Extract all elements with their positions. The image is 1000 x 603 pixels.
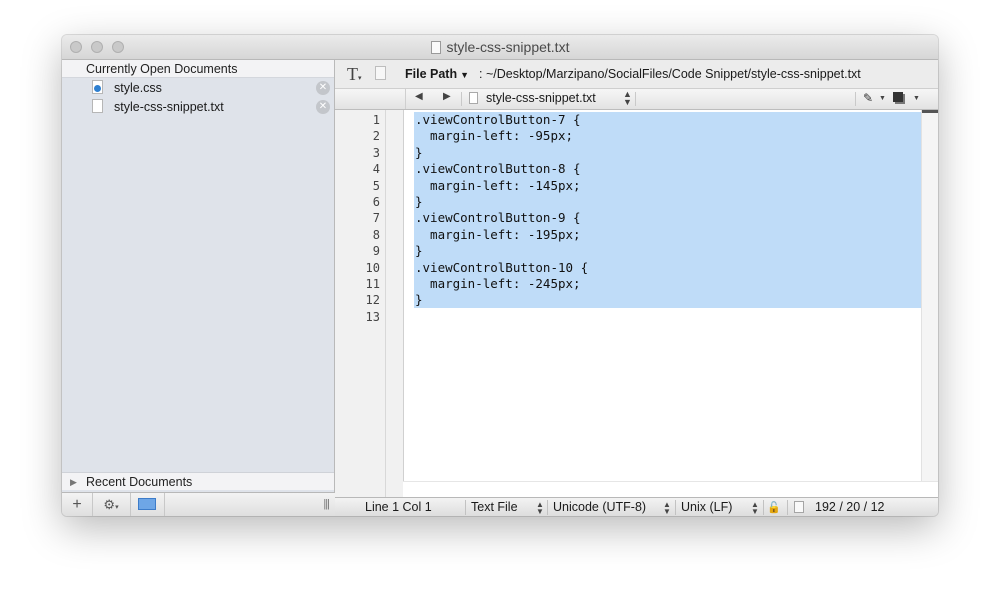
gear-menu-button[interactable]: ⚙▾ xyxy=(92,493,131,516)
code-line[interactable]: } xyxy=(415,145,920,161)
code-line[interactable]: margin-left: -95px; xyxy=(415,128,920,144)
file-path-menu[interactable]: File Path ▼ xyxy=(405,67,469,81)
line-number: 12 xyxy=(365,293,380,308)
nav-divider xyxy=(461,92,462,106)
recent-documents-header-label: Recent Documents xyxy=(86,475,193,489)
line-endings-popup[interactable]: Unix (LF) xyxy=(681,500,732,514)
code-line[interactable]: margin-left: -245px; xyxy=(415,276,920,292)
recent-documents-header[interactable]: ▶ Recent Documents xyxy=(62,472,334,490)
line-number: 1 xyxy=(372,113,380,127)
open-documents-header-label: Currently Open Documents xyxy=(86,62,238,76)
sidebar-view-icon xyxy=(138,498,156,510)
line-number-gutter: 1 2 3 4 5 6 7 8 9 10 11 12 13 xyxy=(335,110,386,497)
code-line[interactable]: } xyxy=(415,292,920,308)
path-bar: T▾ File Path ▼ : ~/Desktop/Marzipano/Soci… xyxy=(335,60,938,89)
popup-arrows-icon[interactable]: ▲ ▼ xyxy=(663,501,671,516)
documents-sidebar: Currently Open Documents style.css ✕ sty… xyxy=(62,60,335,496)
status-bar: Line 1 Col 1 Text File ▲ ▼ Unicode (UTF-8… xyxy=(335,497,938,516)
document-info-icon[interactable] xyxy=(794,501,804,513)
unlock-icon[interactable]: 🔓 xyxy=(767,501,781,514)
status-divider xyxy=(787,500,788,515)
line-number: 9 xyxy=(372,244,380,259)
line-number: 4 xyxy=(372,162,380,177)
add-document-button[interactable]: + xyxy=(62,493,93,516)
code-line[interactable]: .viewControlButton-7 { xyxy=(415,112,920,128)
nav-divider xyxy=(635,92,636,106)
line-number: 13 xyxy=(365,309,380,324)
cursor-position[interactable]: Line 1 Col 1 xyxy=(365,500,432,514)
folding-gutter[interactable] xyxy=(386,110,404,497)
line-number: 11 xyxy=(365,277,380,291)
code-line[interactable]: .viewControlButton-10 { xyxy=(415,260,920,276)
horizontal-scrollbar[interactable] xyxy=(403,481,938,498)
document-icon xyxy=(430,41,441,54)
nav-divider xyxy=(855,92,856,106)
line-number: 6 xyxy=(372,195,380,209)
code-line[interactable]: .viewControlButton-8 { xyxy=(415,161,920,177)
sidebar-bottom-bar: + ⚙▾ ||| xyxy=(62,492,335,516)
text-file-icon xyxy=(469,92,478,104)
document-icon[interactable] xyxy=(375,66,386,80)
code-line[interactable]: } xyxy=(415,243,920,259)
title-bar: style-css-snippet.txt xyxy=(62,35,938,60)
document-name: style-css-snippet.txt xyxy=(114,100,224,114)
editor-window: style-css-snippet.txt Currently Open Doc… xyxy=(62,35,938,516)
vertical-scrollbar[interactable] xyxy=(921,110,938,497)
chevron-down-icon: ▼ xyxy=(460,70,470,80)
file-type-popup[interactable]: Text File xyxy=(471,500,518,514)
open-document-item[interactable]: style-css-snippet.txt ✕ xyxy=(92,98,332,116)
status-divider xyxy=(465,500,466,515)
close-document-icon[interactable]: ✕ xyxy=(316,100,330,114)
sidebar-view-toggle[interactable] xyxy=(130,493,165,516)
forward-button[interactable]: ▶ xyxy=(443,91,451,102)
close-document-icon[interactable]: ✕ xyxy=(316,81,330,95)
chevron-down-icon: ▾ xyxy=(115,504,119,511)
file-path-value: : ~/Desktop/Marzipano/SocialFiles/Code S… xyxy=(479,67,861,81)
status-divider xyxy=(675,500,676,515)
line-number: 10 xyxy=(365,260,380,275)
popup-arrows-icon[interactable]: ▲ ▼ xyxy=(751,501,759,516)
file-path-label: File Path xyxy=(405,67,458,81)
status-divider xyxy=(763,500,764,515)
window-title: style-css-snippet.txt xyxy=(62,39,938,55)
window-title-text: style-css-snippet.txt xyxy=(446,39,570,55)
code-line[interactable]: } xyxy=(415,194,920,210)
line-number: 5 xyxy=(372,178,380,193)
resize-grip-icon[interactable]: ||| xyxy=(323,498,330,510)
window-stack-icon[interactable] xyxy=(893,92,903,102)
css-file-icon xyxy=(92,80,103,94)
navigation-bar: ◀ ▶ style-css-snippet.txt ▲ ▼ ✎ ▼ ▼ xyxy=(335,89,938,110)
status-divider xyxy=(547,500,548,515)
current-file-label: style-css-snippet.txt xyxy=(486,91,596,105)
text-tool-icon[interactable]: T▾ xyxy=(347,64,362,85)
chevron-down-icon[interactable]: ▼ xyxy=(913,95,920,102)
text-file-icon xyxy=(92,99,103,113)
scrollbar-thumb[interactable] xyxy=(922,110,938,113)
character-word-line-counts: 192 / 20 / 12 xyxy=(815,500,885,514)
file-popup-arrows-icon[interactable]: ▲ ▼ xyxy=(623,90,632,107)
open-document-item[interactable]: style.css ✕ xyxy=(92,79,332,97)
line-number: 2 xyxy=(372,129,380,144)
encoding-popup[interactable]: Unicode (UTF-8) xyxy=(553,500,646,514)
gear-icon: ⚙ xyxy=(103,497,116,512)
text-editor[interactable]: 1 2 3 4 5 6 7 8 9 10 11 12 13 .viewContr… xyxy=(335,110,938,498)
nav-gutter-spacer xyxy=(335,89,406,109)
code-line[interactable] xyxy=(415,309,920,325)
line-number: 3 xyxy=(372,145,380,160)
open-documents-header[interactable]: Currently Open Documents xyxy=(62,60,334,78)
code-line[interactable]: margin-left: -145px; xyxy=(415,178,920,194)
document-name: style.css xyxy=(114,81,162,95)
popup-arrows-icon[interactable]: ▲ ▼ xyxy=(536,501,544,516)
line-number: 7 xyxy=(372,211,380,226)
code-line[interactable]: margin-left: -195px; xyxy=(415,227,920,243)
back-button[interactable]: ◀ xyxy=(415,91,423,102)
line-number: 8 xyxy=(372,227,380,242)
code-text[interactable]: .viewControlButton-7 { margin-left: -95p… xyxy=(415,112,920,325)
disclosure-triangle-icon[interactable]: ▶ xyxy=(70,473,77,491)
markup-pen-icon[interactable]: ✎ xyxy=(863,91,873,105)
chevron-down-icon[interactable]: ▼ xyxy=(879,95,886,102)
file-popup[interactable]: style-css-snippet.txt xyxy=(469,91,596,105)
code-line[interactable]: .viewControlButton-9 { xyxy=(415,210,920,226)
